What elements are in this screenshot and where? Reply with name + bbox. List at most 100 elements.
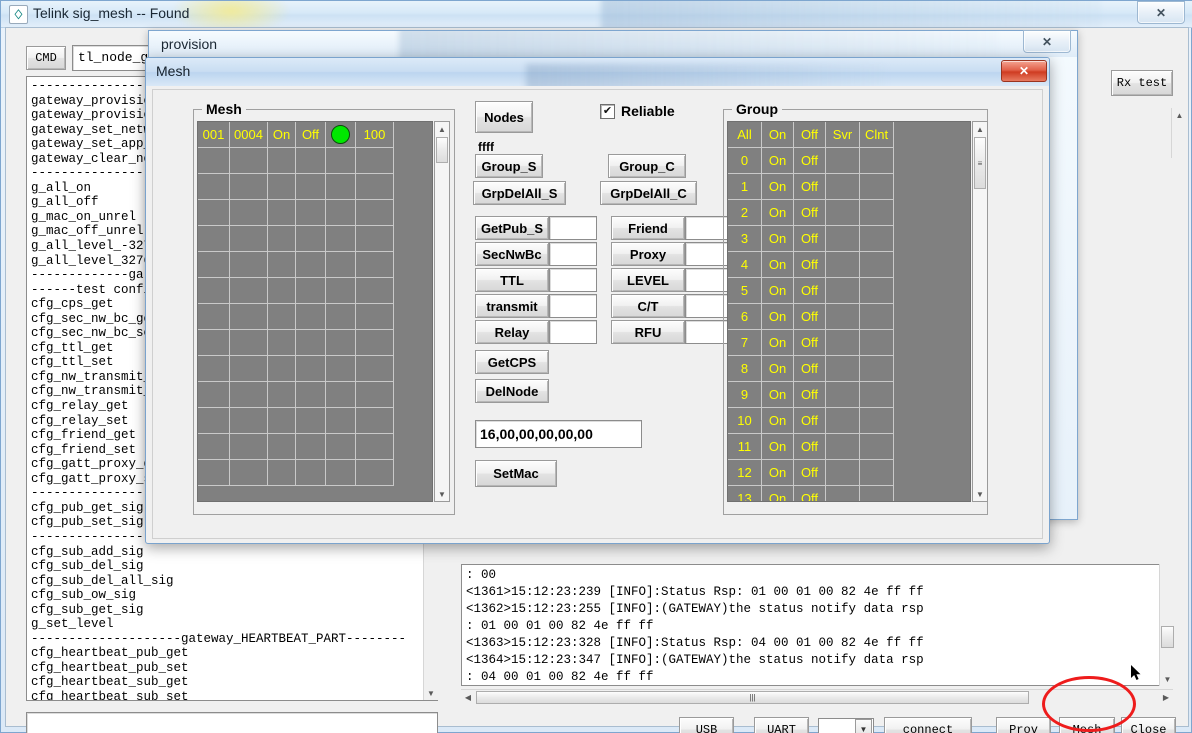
mesh-cell-on[interactable]: [268, 434, 296, 460]
mesh-cell-on[interactable]: [268, 278, 296, 304]
del-node-button[interactable]: DelNode: [475, 379, 549, 403]
command-list-item[interactable]: cfg_sub_ow_sig: [31, 588, 437, 603]
log-output[interactable]: : 00 <1361>15:12:23:239 [INFO]:Status Rsp…: [461, 564, 1173, 686]
group-cell[interactable]: [826, 356, 860, 382]
group-cell[interactable]: [860, 278, 894, 304]
group-cell[interactable]: On: [762, 382, 794, 408]
get-pub-s-field[interactable]: [549, 216, 597, 240]
group-table-row[interactable]: 10 On Off: [728, 408, 970, 434]
group-cell[interactable]: [826, 200, 860, 226]
mesh-table-scrollbar[interactable]: ▲ ▼: [434, 121, 450, 502]
mesh-cell-level[interactable]: [356, 252, 394, 278]
mesh-cell-on[interactable]: [268, 252, 296, 278]
mesh-cell-led[interactable]: [326, 460, 356, 486]
command-list-item[interactable]: cfg_heartbeat_pub_set: [31, 661, 437, 676]
group-cell[interactable]: [860, 356, 894, 382]
mesh-cell-addr[interactable]: [230, 200, 268, 226]
level-button[interactable]: LEVEL: [611, 268, 685, 292]
group-cell[interactable]: On: [762, 408, 794, 434]
mesh-cell-id[interactable]: [198, 460, 230, 486]
group-cell[interactable]: [860, 252, 894, 278]
group-cell[interactable]: 9: [728, 382, 762, 408]
ct-button[interactable]: C/T: [611, 294, 685, 318]
mesh-cell-led[interactable]: [326, 252, 356, 278]
group-cell[interactable]: 10: [728, 408, 762, 434]
mesh-cell-id[interactable]: [198, 200, 230, 226]
command-list-item[interactable]: cfg_sub_del_all_sig: [31, 574, 437, 589]
mesh-cell-level[interactable]: [356, 330, 394, 356]
connect-button[interactable]: connect: [884, 717, 972, 733]
log-scroll-down-icon[interactable]: ▼: [1160, 672, 1175, 686]
group-cell[interactable]: [826, 330, 860, 356]
command-list-item[interactable]: cfg_heartbeat_sub_get: [31, 675, 437, 690]
mesh-cell-led[interactable]: [326, 226, 356, 252]
rfu-button[interactable]: RFU: [611, 320, 685, 344]
group-cell[interactable]: Clnt: [860, 122, 894, 148]
mesh-cell-led[interactable]: [326, 174, 356, 200]
group-cell[interactable]: Off: [794, 408, 826, 434]
mesh-cell-on[interactable]: [268, 148, 296, 174]
ttl-button[interactable]: TTL: [475, 268, 549, 292]
scroll-left-icon[interactable]: ◀: [461, 690, 475, 705]
mesh-cell-off[interactable]: [296, 408, 326, 434]
mesh-table-row[interactable]: [198, 356, 432, 382]
group-cell[interactable]: [860, 148, 894, 174]
group-cell[interactable]: Off: [794, 330, 826, 356]
mesh-cell-off[interactable]: [296, 356, 326, 382]
group-cell[interactable]: Off: [794, 278, 826, 304]
group-scroll-down-icon[interactable]: ▼: [973, 487, 987, 501]
mesh-cell-off[interactable]: [296, 148, 326, 174]
mesh-cell-led[interactable]: [326, 148, 356, 174]
group-cell[interactable]: All: [728, 122, 762, 148]
command-list-item[interactable]: cfg_heartbeat_pub_get: [31, 646, 437, 661]
mesh-table-row[interactable]: [198, 330, 432, 356]
group-cell[interactable]: On: [762, 174, 794, 200]
group-cell[interactable]: 12: [728, 460, 762, 486]
sec-nw-bc-field[interactable]: [549, 242, 597, 266]
group-table-row[interactable]: 13 On Off: [728, 486, 970, 501]
group-table-row[interactable]: 2 On Off: [728, 200, 970, 226]
group-cell[interactable]: 11: [728, 434, 762, 460]
group-cell[interactable]: On: [762, 252, 794, 278]
group-table-row[interactable]: 6 On Off: [728, 304, 970, 330]
port-select[interactable]: ▼: [818, 718, 874, 733]
mesh-cell-addr[interactable]: [230, 460, 268, 486]
group-cell[interactable]: [826, 434, 860, 460]
mesh-cell-id[interactable]: [198, 226, 230, 252]
command-list-item[interactable]: g_set_level: [31, 617, 437, 632]
mesh-table-row[interactable]: [198, 408, 432, 434]
grp-del-all-c-button[interactable]: GrpDelAll_C: [600, 181, 697, 205]
group-cell[interactable]: [860, 174, 894, 200]
group-cell[interactable]: [860, 226, 894, 252]
group-cell[interactable]: [860, 434, 894, 460]
mesh-table-row[interactable]: [198, 434, 432, 460]
mesh-dialog-close-button[interactable]: ✕: [1001, 60, 1047, 82]
mesh-cell-id[interactable]: [198, 252, 230, 278]
mesh-cell-off[interactable]: [296, 174, 326, 200]
rx-test-button[interactable]: Rx test: [1111, 70, 1173, 96]
get-cps-button[interactable]: GetCPS: [475, 350, 549, 374]
group-cell[interactable]: Off: [794, 460, 826, 486]
log-vscroll-thumb[interactable]: [1161, 626, 1174, 648]
group-cell[interactable]: [826, 486, 860, 501]
group-table-scrollbar[interactable]: ▲ ≡ ▼: [972, 121, 988, 502]
group-cell[interactable]: On: [762, 434, 794, 460]
mesh-table-row[interactable]: [198, 460, 432, 486]
mesh-cell-id[interactable]: [198, 174, 230, 200]
mesh-cell-level[interactable]: [356, 460, 394, 486]
relay-field[interactable]: [549, 320, 597, 344]
group-cell[interactable]: [826, 252, 860, 278]
chevron-down-icon[interactable]: ▼: [855, 719, 872, 733]
group-cell[interactable]: [860, 486, 894, 501]
group-cell[interactable]: Off: [794, 122, 826, 148]
get-pub-s-button[interactable]: GetPub_S: [475, 216, 549, 240]
group-cell[interactable]: 6: [728, 304, 762, 330]
command-list-item[interactable]: cfg_sub_add_sig: [31, 545, 437, 560]
mesh-cell-on[interactable]: [268, 408, 296, 434]
group-cell[interactable]: [826, 148, 860, 174]
group-cell[interactable]: 3: [728, 226, 762, 252]
command-input[interactable]: [26, 712, 438, 733]
mesh-cell-level[interactable]: [356, 278, 394, 304]
mesh-cell-on[interactable]: [268, 200, 296, 226]
group-cell[interactable]: [860, 330, 894, 356]
